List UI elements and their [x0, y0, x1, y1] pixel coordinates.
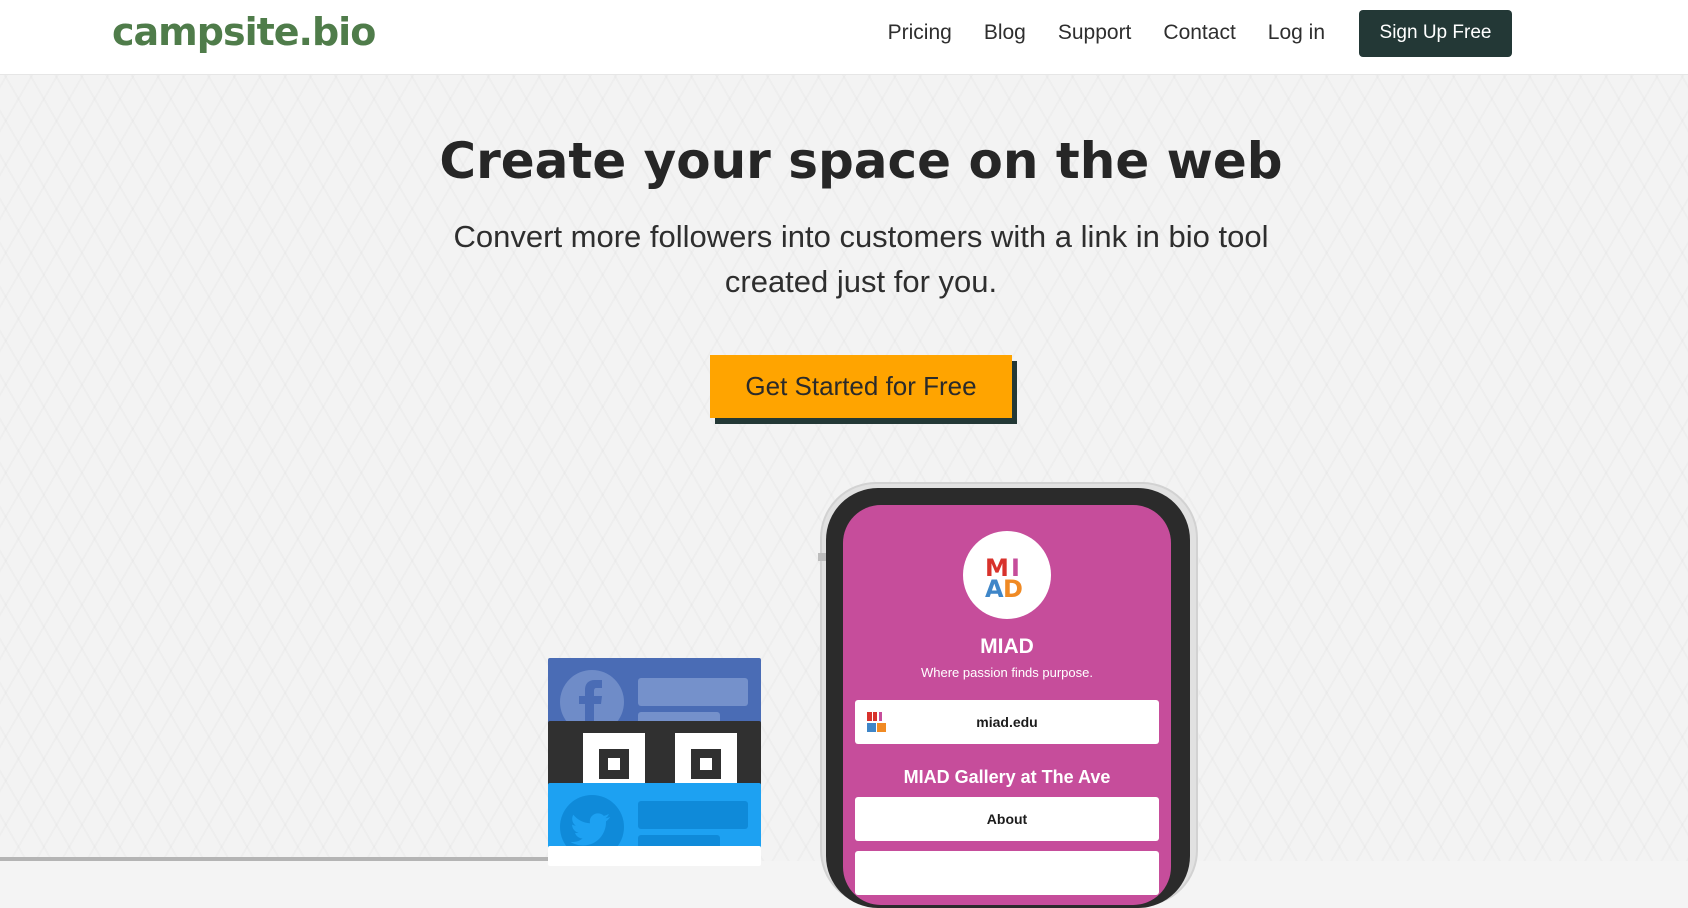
blank-card [548, 846, 761, 866]
twitter-icon [560, 795, 624, 853]
nav-login[interactable]: Log in [1268, 21, 1325, 45]
profile-name: MIAD [980, 635, 1034, 658]
site-header: campsite.bio Pricing Blog Support Contac… [0, 0, 1688, 74]
card-text-bar [638, 678, 748, 706]
nav-contact[interactable]: Contact [1163, 21, 1235, 45]
bottom-divider [0, 857, 548, 861]
svg-text:D: D [1003, 575, 1023, 603]
card-text-bar [638, 801, 748, 829]
hero-subtitle: Convert more followers into customers wi… [453, 219, 1269, 299]
link-label: About [986, 811, 1028, 827]
phone-screen: M I A D MIAD Where passion finds purpose… [843, 505, 1171, 905]
profile-tagline: Where passion finds purpose. [921, 665, 1093, 680]
link-button-next[interactable] [855, 851, 1159, 895]
link-button-website[interactable]: miad.edu [855, 700, 1159, 744]
site-logo[interactable]: campsite.bio [112, 10, 376, 54]
svg-text:A: A [985, 575, 1004, 603]
link-button-about[interactable]: About [855, 797, 1159, 841]
main-nav: Pricing Blog Support Contact Log in Sign… [888, 0, 1688, 66]
signup-button[interactable]: Sign Up Free [1359, 9, 1512, 57]
nav-support[interactable]: Support [1058, 21, 1132, 45]
phone-side-button [818, 553, 826, 561]
miad-logo-icon [867, 712, 886, 732]
profile-avatar: M I A D [963, 531, 1051, 619]
nav-pricing[interactable]: Pricing [888, 21, 952, 45]
twitter-card [548, 783, 761, 853]
miad-logo-icon: M I A D [985, 554, 1023, 603]
qr-code-card [548, 721, 761, 791]
get-started-button[interactable]: Get Started for Free [710, 355, 1012, 418]
nav-blog[interactable]: Blog [984, 21, 1026, 45]
hero-title: Create your space on the web [439, 132, 1283, 190]
section-heading: MIAD Gallery at The Ave [903, 767, 1111, 787]
link-label: miad.edu [976, 714, 1038, 730]
